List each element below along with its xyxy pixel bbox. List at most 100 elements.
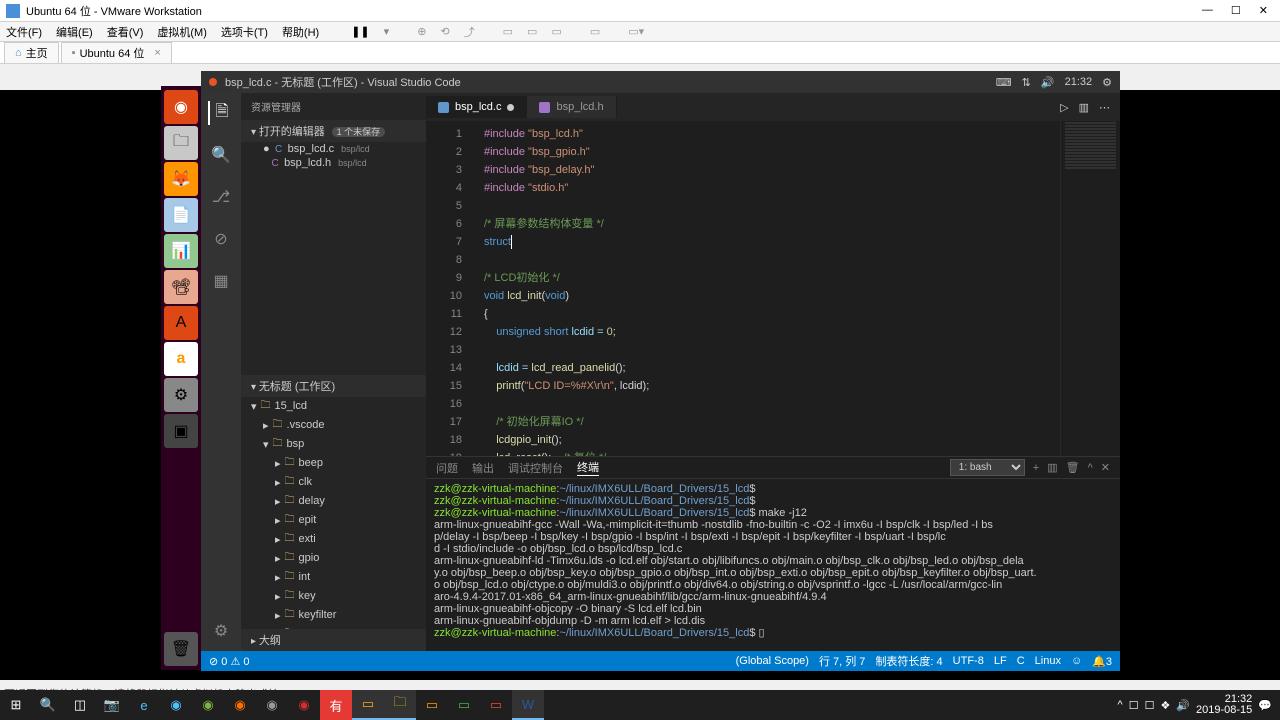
maximize-button[interactable]: ☐ [1231,4,1241,17]
scm-icon[interactable]: ⎇ [209,185,233,209]
taskbar-app[interactable]: ◉ [224,690,256,720]
tree-folder[interactable]: ▸ 🗀exti [241,530,426,549]
maximize-panel-icon[interactable]: ^ [1088,462,1093,474]
calc-icon[interactable]: 📊 [164,234,198,268]
panel-tab-debug[interactable]: 调试控制台 [508,460,563,476]
status-scope[interactable]: (Global Scope) [736,655,809,667]
taskbar-app[interactable]: 📷 [96,690,128,720]
taskbar-word[interactable]: W [512,690,544,720]
tray-notification-icon[interactable]: 💬 [1258,699,1272,712]
tree-folder[interactable]: ▸ 🗀gpio [241,549,426,568]
code-editor[interactable]: 123456789101112131415161718192021 #inclu… [426,121,1120,456]
toolbar-icon[interactable]: ▭ [590,25,600,38]
taskbar-app[interactable]: ◉ [288,690,320,720]
amazon-icon[interactable]: a [164,342,198,376]
software-icon[interactable]: A [164,306,198,340]
taskbar-app[interactable]: ◉ [192,690,224,720]
open-editor-item[interactable]: ● Cbsp_lcd.cbsp/lcd [241,142,426,156]
network-icon[interactable]: ⇅ [1022,76,1031,89]
taskbar-vmware[interactable]: ▭ [352,690,384,720]
split-terminal-icon[interactable]: ▥ [1047,461,1057,474]
pause-icon[interactable]: ❚❚ [351,25,369,38]
taskbar-app[interactable]: ◉ [160,690,192,720]
dash-icon[interactable]: ◉ [164,90,198,124]
open-editor-item[interactable]: Cbsp_lcd.hbsp/lcd [241,156,426,170]
tree-folder[interactable]: ▸ 🗀key [241,587,426,606]
debug-icon[interactable]: ⊘ [209,227,233,251]
tree-folder[interactable]: ▾ 🗀bsp [241,435,426,454]
extensions-icon[interactable]: ▦ [209,269,233,293]
keyboard-icon[interactable]: ⌨ [996,76,1012,89]
panel-tab-terminal[interactable]: 终端 [577,459,599,476]
status-bell-icon[interactable]: 🔔3 [1092,655,1112,668]
tree-folder[interactable]: ▸ 🗀beep [241,454,426,473]
tray-volume-icon[interactable]: 🔊 [1176,699,1190,712]
status-feedback-icon[interactable]: ☺ [1071,655,1082,667]
split-icon[interactable]: ▥ [1079,101,1089,114]
toolbar-icon[interactable]: ⟲ [440,25,449,38]
menu-view[interactable]: 查看(V) [107,24,144,40]
tray-clock[interactable]: 21:322019-08-15 [1196,694,1252,716]
status-encoding[interactable]: UTF-8 [953,655,984,667]
settings-icon[interactable]: ⚙ [164,378,198,412]
search-icon[interactable]: 🔍 [32,690,64,720]
tree-folder[interactable]: ▸ 🗀.vscode [241,416,426,435]
taskbar-explorer[interactable]: 🗀 [384,690,416,720]
status-spaces[interactable]: 制表符长度: 4 [875,653,942,669]
toolbar-icon[interactable]: ▭ [503,25,513,38]
status-eol[interactable]: LF [994,655,1007,667]
taskbar-app[interactable]: ◉ [256,690,288,720]
minimap[interactable] [1060,121,1120,456]
status-branch[interactable]: ⊘ 0 ⚠ 0 [209,655,250,668]
minimize-button[interactable]: — [1202,4,1213,17]
tree-folder[interactable]: ▸ 🗀delay [241,492,426,511]
panel-tab-problems[interactable]: 问题 [436,460,458,476]
window-close-dot[interactable] [209,78,217,86]
taskbar-app[interactable]: ▭ [416,690,448,720]
tray-icon[interactable]: ❖ [1160,699,1170,712]
toolbar-icon[interactable]: ▭▾ [628,25,644,38]
firefox-icon[interactable]: 🦊 [164,162,198,196]
task-view-icon[interactable]: ◫ [64,690,96,720]
terminal-body[interactable]: zzk@zzk-virtual-machine:~/linux/IMX6ULL/… [426,479,1120,651]
volume-icon[interactable]: 🔊 [1041,76,1055,89]
menu-edit[interactable]: 编辑(E) [56,24,93,40]
trash-icon[interactable]: 🗑 [164,632,198,666]
gear-icon[interactable]: ⚙ [1102,76,1112,89]
status-position[interactable]: 行 7, 列 7 [819,653,865,669]
toolbar-icon[interactable]: ▭ [551,25,561,38]
terminal-select[interactable]: 1: bash [950,459,1025,476]
tray-icon[interactable]: ☐ [1129,699,1139,712]
tree-folder[interactable]: ▸ 🗀keyfilter [241,606,426,625]
run-icon[interactable]: ▷ [1060,101,1068,114]
code-content[interactable]: #include "bsp_lcd.h"#include "bsp_gpio.h… [474,121,1060,456]
terminal-icon[interactable]: ▣ [164,414,198,448]
taskbar-app[interactable]: ▭ [480,690,512,720]
start-button[interactable]: ⊞ [0,690,32,720]
writer-icon[interactable]: 📄 [164,198,198,232]
taskbar-app[interactable]: 有 [320,690,352,720]
outline-section[interactable]: ▸ 大纲 [241,629,426,651]
explorer-icon[interactable]: 🗎 [208,101,232,125]
editor-tab[interactable]: bsp_lcd.h [527,96,616,118]
status-lang[interactable]: C [1017,655,1025,667]
close-button[interactable]: ✕ [1259,4,1268,17]
more-icon[interactable]: ⋯ [1099,101,1110,114]
files-icon[interactable]: 🗀 [164,126,198,160]
editor-tab-active[interactable]: bsp_lcd.c [426,96,527,118]
open-editors-section[interactable]: ▾ 打开的编辑器 1 个未保存 [241,120,426,142]
tree-folder[interactable]: ▸ 🗀int [241,568,426,587]
tree-folder[interactable]: ▸ 🗀clk [241,473,426,492]
vmware-tab-vm[interactable]: ▪Ubuntu 64 位× [61,42,172,63]
new-terminal-icon[interactable]: + [1033,462,1039,474]
close-panel-icon[interactable]: ✕ [1101,461,1110,474]
toolbar-icon[interactable]: ▭ [527,25,537,38]
close-tab-icon[interactable]: × [154,47,160,59]
tray-icon[interactable]: ☐ [1145,699,1155,712]
tree-folder[interactable]: ▸ 🗀epit [241,511,426,530]
toolbar-icon[interactable]: ⊕ [417,25,426,38]
menu-vm[interactable]: 虚拟机(M) [157,24,207,40]
impress-icon[interactable]: 📽 [164,270,198,304]
tray-chevron-icon[interactable]: ^ [1118,699,1123,711]
menu-file[interactable]: 文件(F) [6,24,42,40]
